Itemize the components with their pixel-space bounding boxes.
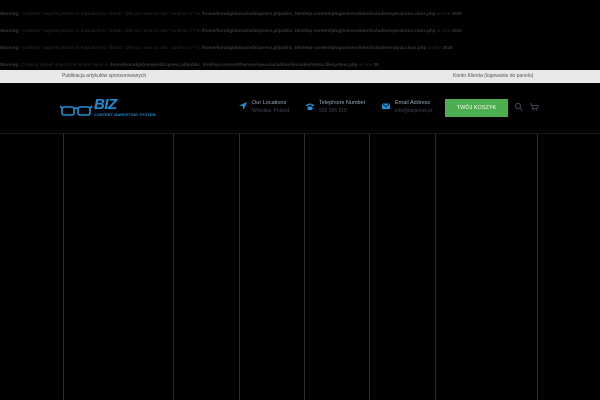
locations-title: Our Locations — [252, 100, 287, 106]
warning-path: /home/koradg/domains/bizpress.pl/public_… — [201, 28, 436, 33]
warning-line-label: on line — [435, 11, 452, 16]
phone-icon — [306, 103, 314, 110]
warning-line-number: 3025 — [442, 45, 453, 50]
warning-line: Warning: "continue" targeting switch is … — [0, 11, 462, 17]
warning-label: Warning: — [0, 62, 20, 67]
envelope-icon — [381, 103, 391, 109]
grid-divider — [173, 134, 174, 400]
search-icon[interactable] — [514, 102, 524, 112]
logo-tagline: CONTENT MARKETING SYSTEM — [94, 113, 156, 117]
warning-line-label: on line — [357, 62, 374, 67]
warning-line: Warning: Creating default object from em… — [0, 62, 379, 68]
warning-text: Creating default object from empty value… — [21, 62, 110, 67]
warning-text: "continue" targeting switch is equivalen… — [21, 28, 202, 33]
phone-title: Telephone Number — [319, 100, 366, 106]
warning-line-number: 2543 — [451, 28, 462, 33]
warning-line-number: 2536 — [451, 11, 462, 16]
warning-line-label: on line — [426, 45, 443, 50]
warning-label: Warning: — [0, 11, 20, 16]
warning-text: "continue" targeting switch is equivalen… — [21, 11, 202, 16]
warning-label: Warning: — [0, 28, 20, 33]
glasses-logo-icon — [59, 105, 93, 116]
warning-line: Warning: "continue" targeting switch is … — [0, 45, 453, 51]
warning-line-label: on line — [435, 28, 452, 33]
email-value[interactable]: info@bizpress.pl — [395, 108, 432, 114]
warning-line: Warning: "continue" targeting switch is … — [0, 28, 462, 34]
sponsored-articles-link[interactable]: Publikacja artykułów sponsorowanych — [62, 73, 146, 79]
warning-path: /home/koradg/domains/bizpress.pl/public_… — [201, 45, 427, 50]
warning-path: /home/koradg/domains/bizpress.pl/public_… — [201, 11, 436, 16]
warning-text: "continue" targeting switch is equivalen… — [21, 45, 202, 50]
php-warnings: Warning: "continue" targeting switch is … — [0, 0, 600, 70]
grid-divider — [369, 134, 370, 400]
grid-divider — [239, 134, 240, 400]
grid-divider — [435, 134, 436, 400]
warning-label: Warning: — [0, 45, 20, 50]
locations-value: Wrocław, Poland — [252, 108, 290, 114]
logo-brand: BIZ — [94, 96, 117, 113]
phone-value[interactable]: 502 306 515 — [319, 108, 347, 114]
grid-divider — [537, 134, 538, 400]
location-arrow-icon — [239, 102, 247, 110]
top-bar: Publikacja artykułów sponsorowanych Kont… — [0, 70, 600, 83]
grid-divider — [63, 134, 64, 400]
site-header: BIZ CONTENT MARKETING SYSTEM Our Locatio… — [0, 83, 600, 134]
warning-line-number: 29 — [373, 62, 379, 67]
email-title: Email Address — [395, 100, 431, 106]
your-cart-button[interactable]: TWÓJ KOSZYK — [445, 99, 508, 117]
grid-divider — [304, 134, 305, 400]
site-logo[interactable]: BIZ CONTENT MARKETING SYSTEM — [59, 96, 180, 121]
cart-icon[interactable] — [529, 102, 539, 112]
client-account-link[interactable]: Konto Klienta (logowanie do panelu) — [453, 73, 533, 79]
warning-path: /home/koradg/domains/bizpress.pl/public_… — [109, 62, 358, 67]
